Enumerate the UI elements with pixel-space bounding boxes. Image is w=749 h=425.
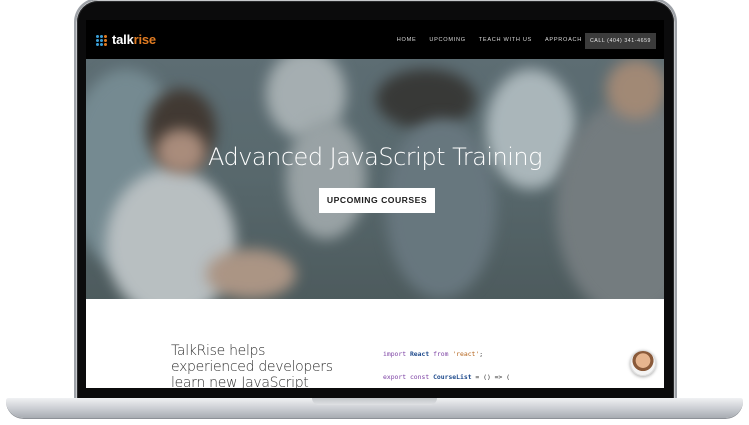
nav-item-approach[interactable]: APPROACH <box>545 37 582 43</box>
code-keyword: export <box>383 373 407 381</box>
code-punctuation: ; <box>479 350 484 358</box>
logo-text-rise: rise <box>133 32 157 47</box>
code-identifier: CourseList <box>433 373 472 381</box>
logo-text-talk: talk <box>112 32 134 47</box>
nav-item-upcoming[interactable]: UPCOMING <box>429 37 465 43</box>
site-header: talkrise HOME UPCOMING TEACH WITH US APP… <box>86 20 664 59</box>
logo[interactable]: talkrise <box>96 32 157 47</box>
logo-text: talkrise <box>112 32 157 47</box>
code-snippet: import React from 'react'; export const … <box>383 349 510 384</box>
code-identifier: React <box>409 350 430 358</box>
code-keyword: from <box>433 350 449 358</box>
main-menu: HOME UPCOMING TEACH WITH US APPROACH <box>397 37 582 43</box>
logo-icon <box>96 34 107 46</box>
code-keyword: const <box>409 373 430 381</box>
nav-item-teach-with-us[interactable]: TEACH WITH US <box>479 37 532 43</box>
upcoming-courses-button[interactable]: UPCOMING COURSES <box>319 188 435 213</box>
laptop-notch <box>312 398 437 405</box>
hero-overlay <box>86 59 664 299</box>
laptop-screen: talkrise HOME UPCOMING TEACH WITH US APP… <box>86 20 664 388</box>
code-string: 'react' <box>452 350 480 358</box>
hero-title: Advanced JavaScript Training <box>208 143 542 171</box>
intro-text: TalkRise helps experienced developers le… <box>171 343 333 388</box>
code-punctuation: = () => ( <box>475 373 511 381</box>
code-keyword: import <box>383 350 407 358</box>
hero-section: Advanced JavaScript Training UPCOMING CO… <box>86 59 664 299</box>
nav-item-home[interactable]: HOME <box>397 37 417 43</box>
chat-avatar-button[interactable] <box>630 350 656 376</box>
call-button[interactable]: CALL (404) 341-4659 <box>585 33 656 49</box>
